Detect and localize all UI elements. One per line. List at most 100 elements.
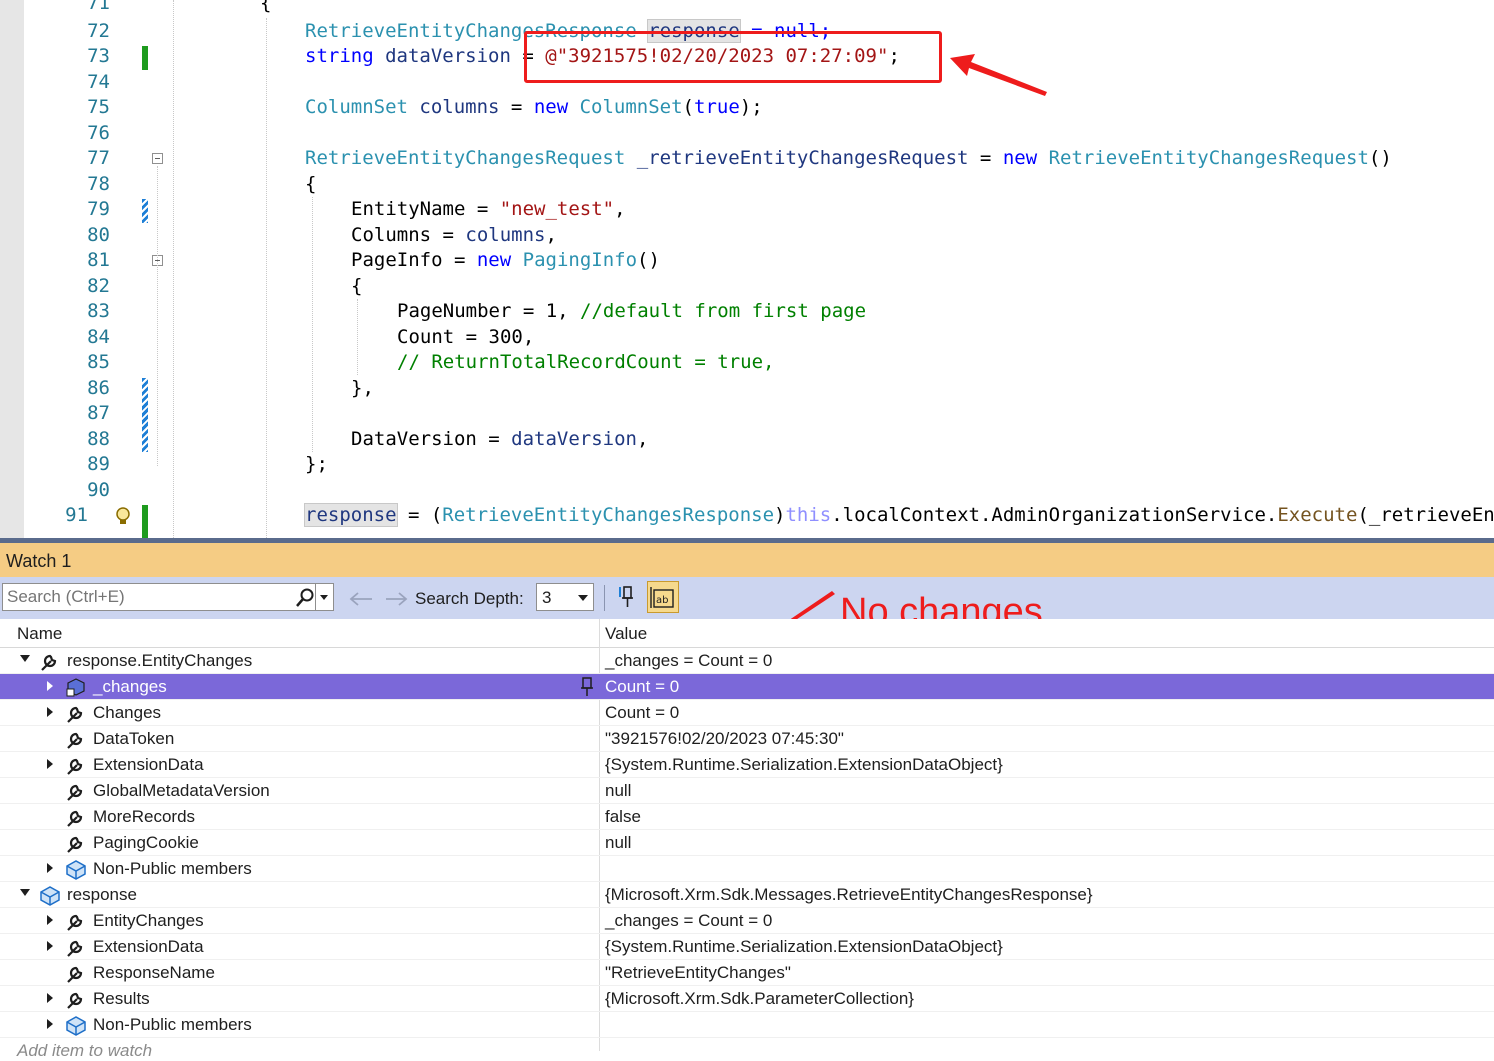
watch-row[interactable]: ExtensionData {System.Runtime.Serializat… [0, 934, 1494, 960]
watch-row-selected[interactable]: _changes Count = 0 [0, 674, 1494, 700]
watch-row[interactable]: PagingCookie null [0, 830, 1494, 856]
row-value: null [605, 781, 632, 800]
code-token: RetrieveEntityChangesRequest [305, 147, 626, 169]
search-depth-select[interactable]: 3 [536, 583, 594, 611]
code-token: , [545, 224, 557, 246]
change-marker-unsaved [142, 199, 148, 223]
code-token: , [614, 198, 626, 220]
line-number: 73 [87, 45, 110, 67]
wrench-icon [67, 810, 83, 827]
code-line-71: { [260, 0, 271, 17]
pin-icon[interactable] [614, 583, 642, 611]
arrow-right-icon[interactable] [384, 591, 410, 607]
row-value: "3921576!02/20/2023 07:45:30" [605, 729, 844, 748]
line-number: 76 [87, 122, 110, 144]
line-number: 87 [87, 402, 110, 424]
arrow-left-icon[interactable] [348, 591, 374, 607]
code-token: = [442, 249, 477, 271]
search-input[interactable] [7, 587, 277, 607]
line-number: 82 [87, 275, 110, 297]
code-token: = [968, 147, 1003, 169]
code-token: , [637, 428, 649, 450]
search-options-dropdown[interactable] [316, 583, 334, 611]
column-header-name[interactable]: Name [17, 624, 62, 644]
code-token: () [1368, 147, 1392, 169]
search-icon[interactable] [295, 588, 315, 608]
line-number: 80 [87, 224, 110, 246]
code-token: RetrieveEntityChangesRequest [1048, 147, 1369, 169]
row-value: Count = 0 [605, 703, 680, 722]
expand-arrow-icon[interactable] [47, 941, 53, 951]
row-name: Non-Public members [93, 859, 252, 878]
code-token: }; [305, 453, 328, 475]
expand-arrow-icon[interactable] [47, 1019, 53, 1029]
code-token: dataVersion [511, 428, 638, 450]
code-line-86: }, [351, 376, 374, 402]
watch-row[interactable]: DataToken "3921576!02/20/2023 07:45:30" [0, 726, 1494, 752]
non-public-members-icon [66, 1016, 86, 1036]
collapse-arrow-icon[interactable] [20, 889, 30, 896]
watch-row[interactable]: MoreRecords false [0, 804, 1494, 830]
red-arrow-icon [950, 54, 1047, 96]
code-editor[interactable]: 71 72 73 74 75 76 77 78 79 80 81 82 83 8… [0, 0, 1494, 538]
line-number: 74 [87, 71, 110, 93]
code-token: response [304, 503, 398, 527]
watch-window: Watch 1 Search Depth: 3 [0, 543, 1494, 1060]
code-token: = 300, [454, 326, 535, 348]
line-number: 85 [87, 351, 110, 373]
code-line-89: }; [305, 452, 328, 478]
row-name: PagingCookie [93, 833, 199, 852]
wrench-icon [67, 732, 83, 749]
expand-arrow-icon[interactable] [47, 863, 53, 873]
column-header-value[interactable]: Value [605, 624, 647, 644]
expand-arrow-icon[interactable] [47, 915, 53, 925]
add-watch-item[interactable]: Add item to watch [17, 1041, 152, 1061]
code-token: columns [465, 224, 546, 246]
text-value-icon: ab [650, 587, 674, 608]
hex-display-toggle[interactable]: ab [647, 581, 679, 613]
watch-row[interactable]: Non-Public members [0, 856, 1494, 882]
watch-row[interactable]: GlobalMetadataVersion null [0, 778, 1494, 804]
line-number: 72 [87, 20, 110, 42]
code-line-82: { [351, 274, 362, 300]
watch-row[interactable]: Changes Count = 0 [0, 700, 1494, 726]
pin-icon[interactable] [580, 677, 594, 697]
highlight-box [524, 31, 942, 83]
watch-row[interactable]: Non-Public members [0, 1012, 1494, 1038]
expand-arrow-icon[interactable] [47, 707, 53, 717]
search-depth-label: Search Depth: [415, 589, 524, 608]
wrench-icon [67, 992, 83, 1009]
watch-row[interactable]: Results {Microsoft.Xrm.Sdk.ParameterColl… [0, 986, 1494, 1012]
code-token: string [305, 45, 374, 67]
watch-title: Watch 1 [6, 551, 72, 571]
code-token: EntityName [351, 198, 466, 220]
code-token: dataVersion [385, 45, 511, 67]
code-token: Execute [1277, 504, 1358, 526]
watch-row[interactable]: response {Microsoft.Xrm.Sdk.Messages.Ret… [0, 882, 1494, 908]
code-token: ); [739, 96, 763, 118]
code-line-81: PageInfo = new PagingInfo() [351, 248, 660, 274]
line-number-91: 91 [65, 504, 88, 526]
line-number: 84 [87, 326, 110, 348]
expand-arrow-icon[interactable] [47, 759, 53, 769]
code-line-84: Count = 300, [397, 325, 534, 351]
code-token: = [499, 96, 534, 118]
code-token: { [305, 173, 317, 195]
watch-row[interactable]: EntityChanges _changes = Count = 0 [0, 908, 1494, 934]
lightbulb-icon[interactable] [114, 506, 132, 526]
watch-row[interactable]: ExtensionData {System.Runtime.Serializat… [0, 752, 1494, 778]
collapse-arrow-icon[interactable] [20, 655, 30, 662]
row-name: MoreRecords [93, 807, 196, 826]
watch-row[interactable]: ResponseName "RetrieveEntityChanges" [0, 960, 1494, 986]
code-token: ColumnSet [305, 96, 408, 118]
collapse-toggle[interactable] [152, 153, 163, 164]
row-value: {System.Runtime.Serialization.ExtensionD… [605, 937, 1003, 956]
watch-titlebar[interactable]: Watch 1 [0, 543, 1494, 577]
code-line-77: RetrieveEntityChangesRequest _retrieveEn… [305, 146, 1392, 172]
expand-arrow-icon[interactable] [47, 993, 53, 1003]
search-box[interactable] [2, 583, 316, 611]
row-value: Count = 0 [605, 677, 680, 696]
row-name: ExtensionData [93, 755, 204, 774]
watch-row[interactable]: response.EntityChanges _changes = Count … [0, 648, 1494, 674]
expand-arrow-icon[interactable] [47, 681, 53, 691]
